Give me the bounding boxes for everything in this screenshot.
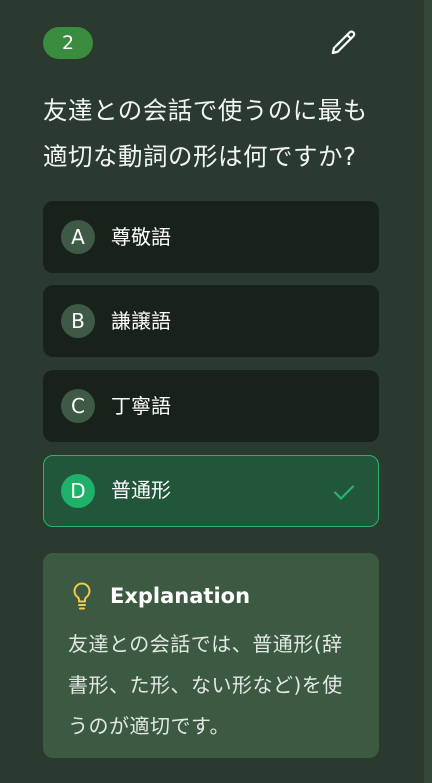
question-number-badge: 2 xyxy=(43,27,93,59)
edit-button[interactable] xyxy=(327,26,361,60)
option-label: 丁寧語 xyxy=(111,394,171,418)
question-header: 2 xyxy=(43,26,364,60)
option-c[interactable]: C 丁寧語 xyxy=(43,370,379,442)
option-letter: A xyxy=(61,220,95,254)
option-letter: D xyxy=(61,474,95,508)
question-text: 友達との会話で使うのに最も適切な動詞の形は何ですか? xyxy=(43,96,368,171)
option-letter: B xyxy=(61,304,95,338)
explanation-text: 友達との会話では、普通形(辞書形、た形、ない形など)を使うのが適切です。 xyxy=(68,632,343,738)
quiz-panel: 2 友達との会話で使うのに最も適切な動詞の形は何ですか? A 尊敬語 B 謙譲語… xyxy=(0,0,424,783)
pencil-icon xyxy=(331,30,356,55)
explanation-card: Explanation 友達との会話では、普通形(辞書形、た形、ない形など)を使… xyxy=(43,553,379,758)
option-d[interactable]: D 普通形 xyxy=(43,455,379,527)
option-label: 尊敬語 xyxy=(111,225,171,249)
option-a[interactable]: A 尊敬語 xyxy=(43,201,379,273)
option-letter: C xyxy=(61,389,95,423)
option-label: 普通形 xyxy=(111,478,171,502)
panel-edge xyxy=(424,0,432,783)
explanation-title: Explanation xyxy=(110,584,251,608)
check-icon xyxy=(333,485,355,500)
lightbulb-icon xyxy=(73,582,91,610)
option-b[interactable]: B 謙譲語 xyxy=(43,285,379,357)
option-label: 謙譲語 xyxy=(111,309,171,333)
